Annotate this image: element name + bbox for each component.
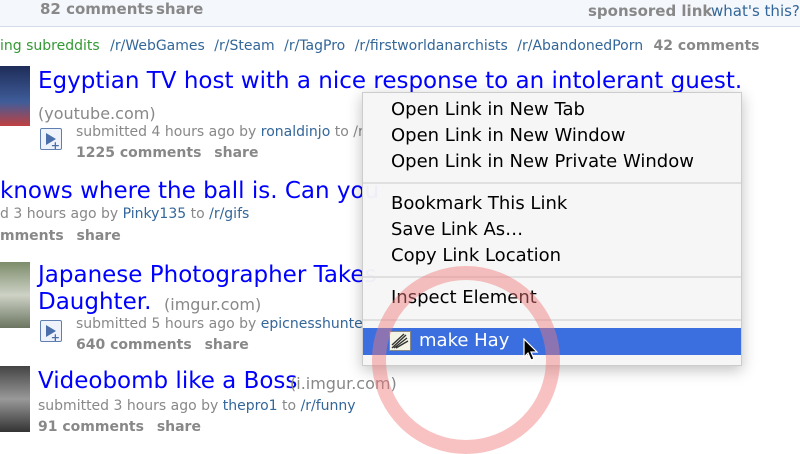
trending-subreddit-link[interactable]: /r/WebGames xyxy=(110,38,205,54)
trending-subreddit-link[interactable]: /r/firstworldanarchists xyxy=(355,38,508,54)
post-title-link[interactable]: Videobomb like a Boss xyxy=(38,368,297,394)
comments-link[interactable]: 1225 comments xyxy=(76,145,201,161)
comments-link[interactable]: mments xyxy=(0,228,64,244)
post-thumbnail[interactable] xyxy=(0,262,30,328)
post-title-link[interactable]: Egyptian TV host with a nice response to… xyxy=(38,68,742,94)
post-title-line2[interactable]: Daughter. xyxy=(38,289,151,315)
trending-subreddits-row: ing subreddits /r/WebGames /r/Steam /r/T… xyxy=(0,38,759,54)
click-highlight-ring-icon xyxy=(372,266,560,454)
share-link[interactable]: share xyxy=(77,228,121,244)
author-link[interactable]: Pinky135 xyxy=(123,206,187,222)
sponsored-share-link[interactable]: share xyxy=(156,0,203,18)
post-domain[interactable]: (youtube.com) xyxy=(38,104,156,123)
expando-play-button[interactable] xyxy=(40,128,62,152)
comments-link[interactable]: 91 comments xyxy=(38,419,144,435)
trending-comments-link[interactable]: 42 comments xyxy=(654,38,760,54)
author-link[interactable]: epicnesshunter xyxy=(261,316,369,332)
post-thumbnail[interactable] xyxy=(0,66,30,126)
share-link[interactable]: share xyxy=(157,419,201,435)
author-link[interactable]: thepro1 xyxy=(223,398,278,414)
to-text: to xyxy=(282,398,297,414)
menu-item-copy-link-location[interactable]: Copy Link Location xyxy=(391,245,561,266)
share-link[interactable]: share xyxy=(205,337,249,353)
to-text: to /r xyxy=(334,124,364,140)
comments-link[interactable]: 640 comments xyxy=(76,337,192,353)
whats-this-link[interactable]: what's this? xyxy=(711,2,800,20)
trending-subreddit-link[interactable]: /r/AbandonedPorn xyxy=(517,38,643,54)
post-actions: 1225 comments share xyxy=(76,145,258,161)
expando-play-button[interactable] xyxy=(40,320,62,344)
submitted-text: submitted 4 hours ago by xyxy=(76,124,257,140)
post-actions: 91 comments share xyxy=(38,419,201,435)
submitted-text: d 3 hours ago by xyxy=(0,206,119,222)
trending-prefix: ing subreddits xyxy=(0,38,100,54)
post-meta: submitted 4 hours ago by ronaldinjo to /… xyxy=(76,124,364,140)
post-meta: d 3 hours ago by Pinky135 to /r/gifs xyxy=(0,206,249,222)
trending-subreddit-link[interactable]: /r/Steam xyxy=(214,38,274,54)
sponsored-comments-link[interactable]: 82 comments xyxy=(40,0,154,18)
subreddit-link[interactable]: /r/funny xyxy=(301,398,356,414)
to-text: to xyxy=(190,206,205,222)
trending-subreddit-link[interactable]: /r/TagPro xyxy=(284,38,345,54)
post-meta: submitted 3 hours ago by thepro1 to /r/f… xyxy=(38,398,356,414)
submitted-text: submitted 5 hours ago by xyxy=(76,316,257,332)
submitted-text: submitted 3 hours ago by xyxy=(38,398,219,414)
menu-item-open-new-window[interactable]: Open Link in New Window xyxy=(391,125,625,146)
author-link[interactable]: ronaldinjo xyxy=(261,124,330,140)
post-domain[interactable]: (imgur.com) xyxy=(164,295,261,314)
menu-item-save-link-as[interactable]: Save Link As… xyxy=(391,219,523,240)
post-actions: mments share xyxy=(0,228,121,244)
menu-item-bookmark-link[interactable]: Bookmark This Link xyxy=(391,193,567,214)
post-title-link[interactable]: Japanese Photographer Takes xyxy=(38,262,377,288)
share-link[interactable]: share xyxy=(214,145,258,161)
menu-item-open-new-tab[interactable]: Open Link in New Tab xyxy=(391,99,585,120)
menu-item-open-private-window[interactable]: Open Link in New Private Window xyxy=(391,151,694,172)
post-meta: submitted 5 hours ago by epicnesshunter xyxy=(76,316,368,332)
subreddit-link[interactable]: /r/gifs xyxy=(209,206,249,222)
sponsored-link-label: sponsored link xyxy=(588,2,713,20)
menu-separator xyxy=(363,182,741,184)
post-actions: 640 comments share xyxy=(76,337,249,353)
post-title-link[interactable]: knows where the ball is. Can you xyxy=(0,178,379,204)
post-thumbnail[interactable] xyxy=(0,366,30,432)
